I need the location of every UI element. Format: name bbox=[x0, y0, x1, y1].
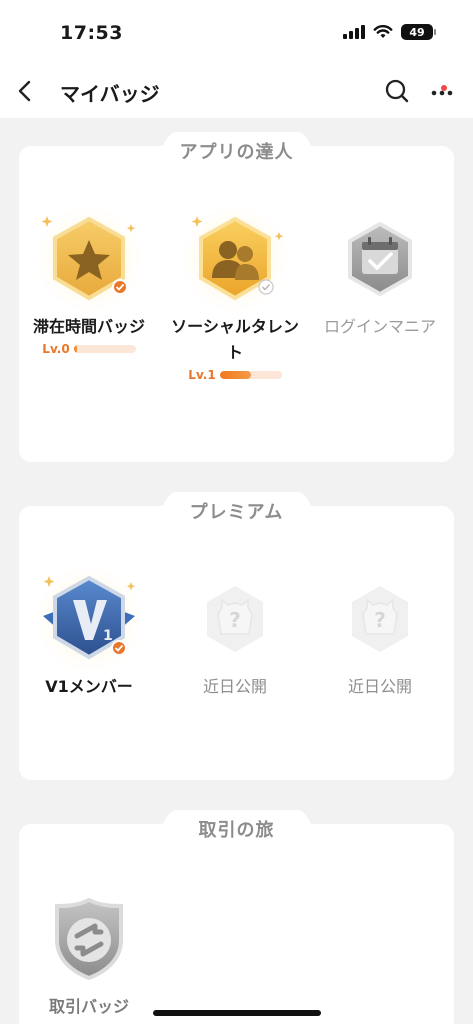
level-row: Lv.1 bbox=[165, 368, 305, 382]
section-title: プレミアム bbox=[189, 502, 284, 523]
v1-icon: 1 bbox=[35, 565, 143, 673]
badge-stay-time[interactable]: 滞在時間バッジ Lv.0 bbox=[19, 204, 159, 356]
badge-name-line1: ソーシャルタレン bbox=[171, 317, 299, 336]
section-tab: プレミアム bbox=[146, 490, 327, 532]
section-tab: 取引の旅 bbox=[146, 808, 327, 850]
star-icon bbox=[35, 205, 143, 313]
badge-social-talent[interactable]: ソーシャルタレン ト Lv.1 bbox=[165, 204, 305, 382]
level-label: Lv.0 bbox=[42, 342, 70, 356]
section-premium: プレミアム 1 V1メンバー ? 近日公開 ? 近日公開 bbox=[19, 492, 454, 780]
badge-name: 近日公開 bbox=[347, 677, 412, 696]
status-time: 17:53 bbox=[60, 22, 123, 44]
notification-dot bbox=[441, 85, 447, 91]
wifi-icon bbox=[373, 24, 393, 38]
status-icons: 49 bbox=[343, 24, 436, 40]
battery-icon: 49 bbox=[401, 24, 436, 40]
badge-coming-soon[interactable]: ? 近日公開 bbox=[310, 564, 450, 700]
status-bar: 17:53 49 bbox=[0, 0, 473, 64]
people-icon bbox=[181, 205, 289, 313]
more-button[interactable] bbox=[425, 77, 459, 105]
home-indicator[interactable] bbox=[153, 1010, 321, 1016]
more-icon bbox=[431, 90, 453, 96]
level-row: Lv.0 bbox=[19, 342, 159, 356]
svg-text:1: 1 bbox=[103, 628, 113, 644]
nav-bar: マイバッジ bbox=[0, 64, 473, 118]
level-progress-fill bbox=[73, 345, 77, 353]
level-label: Lv.1 bbox=[188, 368, 216, 382]
signal-icon bbox=[343, 25, 365, 39]
section-title: アプリの達人 bbox=[179, 142, 294, 163]
section-trading-journey: 取引の旅 取引バッジ bbox=[19, 810, 454, 1024]
calendar-check-icon bbox=[348, 221, 412, 297]
badge-coming-soon[interactable]: ? 近日公開 bbox=[165, 564, 305, 700]
question-icon: ? bbox=[352, 586, 408, 652]
level-progress-bar bbox=[219, 371, 282, 379]
question-icon: ? bbox=[207, 586, 263, 652]
svg-text:?: ? bbox=[229, 608, 241, 632]
level-progress-bar bbox=[73, 345, 136, 353]
badge-v1-member[interactable]: 1 V1メンバー bbox=[19, 564, 159, 700]
badge-name: 滞在時間バッジ bbox=[32, 317, 145, 336]
section-tab: アプリの達人 bbox=[146, 130, 327, 172]
svg-text:?: ? bbox=[374, 608, 386, 632]
search-button[interactable] bbox=[383, 77, 411, 105]
badge-login-mania[interactable]: ログインマニア bbox=[310, 204, 450, 340]
exchange-icon bbox=[55, 897, 123, 981]
back-button[interactable] bbox=[12, 76, 40, 106]
badge-name: V1メンバー bbox=[45, 677, 133, 696]
level-progress-fill bbox=[219, 371, 251, 379]
back-icon bbox=[18, 80, 31, 102]
section-title: 取引の旅 bbox=[198, 820, 275, 841]
badge-trading[interactable]: 取引バッジ bbox=[19, 884, 159, 1020]
badge-name: 取引バッジ bbox=[48, 997, 129, 1016]
badge-name-line2: ト bbox=[226, 343, 243, 362]
badge-name: ログインマニア bbox=[323, 317, 436, 336]
section-app-master: アプリの達人 滞在時間バッジ Lv.0 ソーシャルタレン ト Lv.1 ログイン… bbox=[19, 132, 454, 462]
search-icon bbox=[385, 79, 409, 103]
badge-name: 近日公開 bbox=[202, 677, 267, 696]
page-title: マイバッジ bbox=[60, 82, 160, 106]
